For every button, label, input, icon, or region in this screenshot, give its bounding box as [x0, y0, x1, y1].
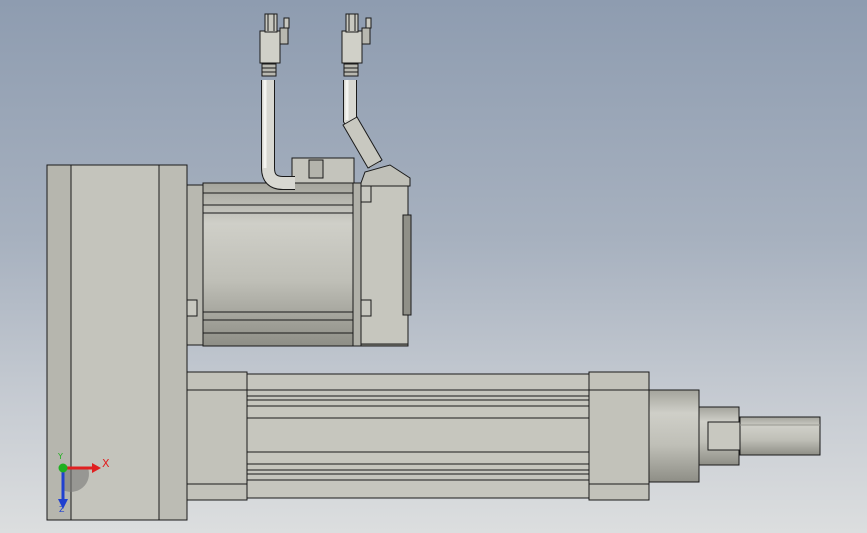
power-cable: [261, 63, 295, 190]
actuator-assembly-drawing[interactable]: [0, 0, 867, 533]
encoder-cable: [342, 63, 383, 169]
y-axis-dot: [58, 463, 68, 473]
cad-viewport[interactable]: X Y Z: [0, 0, 867, 533]
encoder-connector: [341, 13, 372, 64]
x-axis-label: X: [102, 457, 110, 470]
motor-body: [186, 157, 412, 347]
power-connector: [259, 13, 290, 64]
z-axis-label: Z: [59, 505, 65, 514]
actuator-barrel: [186, 371, 650, 501]
piston-rod: [648, 389, 821, 483]
y-axis-label: Y: [58, 452, 63, 461]
